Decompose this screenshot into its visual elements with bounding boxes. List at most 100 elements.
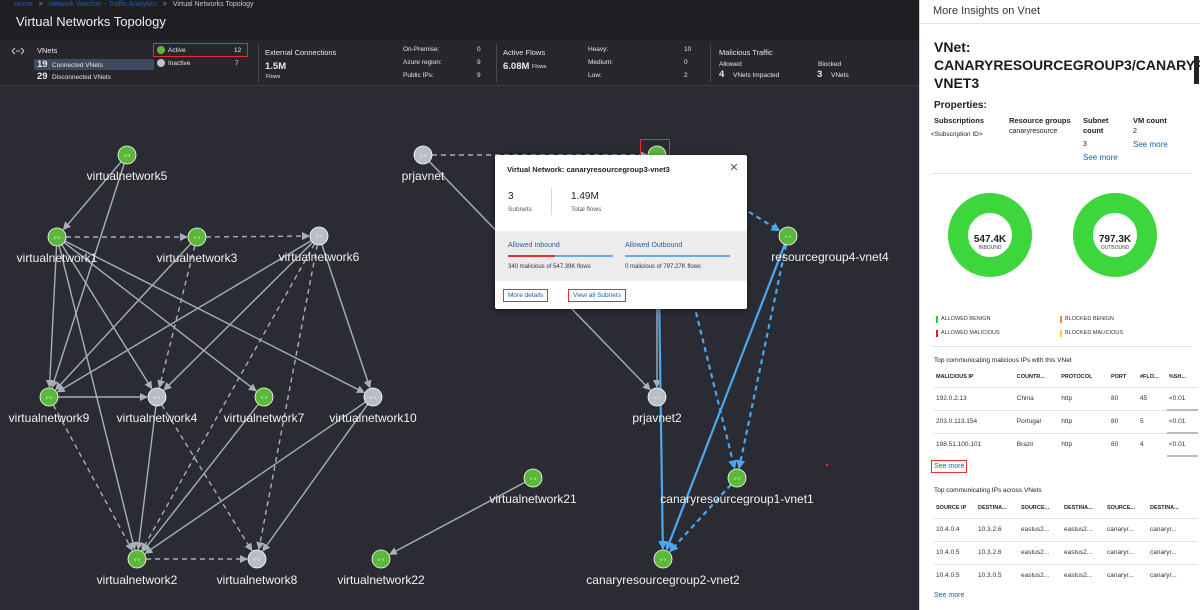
- breadcrumb-traffic-analytics[interactable]: Network Watcher - Traffic Analytics: [49, 1, 157, 8]
- flow-edge[interactable]: [161, 404, 253, 552]
- column-header[interactable]: SOURCE...: [1019, 498, 1062, 518]
- table-row[interactable]: 10.4.0.5 10.3.0.5 eastus2... eastus2... …: [934, 563, 1198, 587]
- breadcrumb-separator: >: [38, 1, 43, 8]
- vnet-node-vn4[interactable]: ‹·›: [147, 387, 167, 407]
- divider: [496, 44, 497, 82]
- vnet-node-icon: ‹·›: [46, 395, 53, 402]
- vnet-node-label: prjavnet2: [632, 411, 682, 425]
- scrollbar[interactable]: [1194, 56, 1199, 84]
- disconnected-vnets-label[interactable]: Disconnected VNets: [52, 74, 111, 81]
- table-cell: 80: [1108, 432, 1138, 456]
- table-cell: <0.01: [1166, 409, 1198, 434]
- vnet-node-crg1[interactable]: ‹·›: [727, 468, 747, 488]
- vnet-node-vn22[interactable]: ‹·›: [371, 549, 391, 569]
- more-details-link[interactable]: More details: [503, 289, 549, 302]
- column-header[interactable]: #FLO...: [1138, 367, 1167, 387]
- table-cell: eastus2...: [1019, 517, 1062, 541]
- vm-see-more-link[interactable]: See more: [1133, 140, 1168, 149]
- table-cell: 80: [1108, 386, 1138, 410]
- flow-edge[interactable]: [262, 403, 369, 552]
- flow-edge[interactable]: [52, 404, 133, 552]
- vnet-node-vn10[interactable]: ‹·›: [363, 387, 383, 407]
- vnet-node-label: resourcegroup4-vnet4: [771, 250, 889, 264]
- vnet-node-vn9[interactable]: ‹·›: [39, 387, 59, 407]
- medium-label: Medium:: [588, 59, 613, 66]
- active-label[interactable]: Active: [168, 47, 186, 54]
- vnet-node-crg4[interactable]: ‹·›: [778, 226, 798, 246]
- table-cell: eastus2...: [1062, 540, 1105, 564]
- column-header[interactable]: MALICIOUS IP: [934, 367, 1015, 387]
- column-header[interactable]: DESTINA...: [1062, 498, 1105, 518]
- topology-pane: Home > Network Watcher - Traffic Analyti…: [0, 0, 919, 610]
- subnet-see-more-link[interactable]: See more: [1083, 153, 1118, 162]
- active-status-icon: [157, 46, 165, 54]
- allowed-count: 4: [719, 69, 725, 80]
- vnet-node-label: virtualnetwork6: [278, 250, 360, 264]
- vnet-node-label: virtualnetwork1: [16, 251, 98, 265]
- table-row[interactable]: 10.4.0.4 10.3.2.6 eastus2... eastus2... …: [934, 517, 1198, 541]
- flow-edge[interactable]: [135, 405, 157, 551]
- inactive-label[interactable]: Inactive: [168, 60, 190, 67]
- breadcrumb-home[interactable]: Home: [14, 1, 33, 8]
- table-cell: China: [1014, 386, 1060, 410]
- inactive-count: 7: [235, 60, 239, 67]
- active-flows-header: Active Flows: [503, 48, 546, 57]
- table-row[interactable]: 192.0.2.13 China http 80 45 <0.01: [934, 386, 1198, 411]
- vnet-node-vn1[interactable]: ‹·›: [47, 227, 67, 247]
- view-all-subnets-link[interactable]: View all Subnets: [568, 289, 626, 302]
- table-cell: 5: [1137, 409, 1167, 433]
- vnet-node-crg2[interactable]: ‹·›: [653, 549, 673, 569]
- flow-edge[interactable]: [198, 232, 311, 241]
- table-row[interactable]: 198.51.100.101 Brazil http 80 4 <0.01: [934, 432, 1198, 457]
- vnet-node-vn3[interactable]: ‹·›: [187, 227, 207, 247]
- close-icon[interactable]: ✕: [727, 161, 741, 175]
- flow-edge[interactable]: [45, 245, 58, 389]
- column-header[interactable]: DESTINA...: [976, 498, 1019, 518]
- column-header[interactable]: PROTOCOL: [1059, 367, 1109, 387]
- table-cell: http: [1059, 386, 1109, 410]
- connected-vnets-count: 19: [37, 59, 48, 70]
- table-cell: canaryr...: [1105, 517, 1148, 541]
- flow-edge[interactable]: [157, 245, 196, 389]
- popup-flows-label: Total flows: [571, 206, 602, 213]
- flow-edge[interactable]: [142, 403, 259, 552]
- column-header[interactable]: COUNTR...: [1015, 367, 1060, 387]
- table-cell: Portugal: [1014, 409, 1060, 433]
- table-cell: eastus2...: [1062, 517, 1105, 541]
- vnet-node-prjavnet2[interactable]: ‹·›: [647, 387, 667, 407]
- column-header[interactable]: PORT: [1109, 367, 1138, 387]
- flow-edge[interactable]: [55, 243, 192, 391]
- column-header[interactable]: %SH...: [1167, 367, 1198, 387]
- table-row[interactable]: 203.0.113.154 Portugal http 80 5 <0.01: [934, 409, 1198, 434]
- column-header[interactable]: DESTINA...: [1148, 498, 1198, 518]
- table-cell: http: [1059, 409, 1109, 433]
- vnet-node-vn21[interactable]: ‹·›: [523, 468, 543, 488]
- table-cell: canaryr...: [1148, 540, 1198, 564]
- malicious-see-more-link[interactable]: See more: [931, 460, 968, 473]
- vnet-node-vn5[interactable]: ‹·›: [117, 145, 137, 165]
- table-cell: 10.3.2.6: [976, 517, 1019, 541]
- vnet-node-vn8[interactable]: ‹·›: [247, 549, 267, 569]
- outbound-label: OUTBOUND: [1100, 245, 1130, 251]
- flow-edge[interactable]: [321, 244, 372, 389]
- table-cell: 10.4.0.5: [934, 540, 976, 564]
- column-header[interactable]: SOURCE IP: [934, 498, 976, 518]
- vnet-node-vn2[interactable]: ‹·›: [127, 549, 147, 569]
- column-header[interactable]: SOURCE...: [1105, 498, 1148, 518]
- blocked-unit[interactable]: VNets: [831, 72, 849, 79]
- allowed-label: Allowed: [719, 61, 742, 68]
- vnet-node-prjavnet[interactable]: ‹·›: [413, 145, 433, 165]
- subscriptions-label: Subscriptions: [934, 116, 985, 125]
- divider: [932, 173, 1192, 174]
- table-cell: 198.51.100.101: [934, 432, 1015, 456]
- allowed-unit[interactable]: VNets Impacted: [733, 72, 779, 79]
- legend-allowed-malicious: ALLOWED MALICIOUS: [936, 330, 1000, 337]
- vnets-see-more-link[interactable]: See more: [934, 592, 964, 599]
- vnet-node-vn7[interactable]: ‹·›: [254, 387, 274, 407]
- vnet-node-label: canaryresourcegroup2-vnet2: [586, 573, 740, 587]
- vnet-node-vn6[interactable]: ‹·›: [309, 226, 329, 246]
- vnet-node-label: virtualnetwork5: [86, 169, 168, 183]
- topology-canvas: ‹·› ‹·› ‹·› ‹·› ‹·› ‹·› ‹·› ‹·› ‹·› ‹·› ‹·› ‹·› ‹·› ‹…: [39, 145, 798, 569]
- table-row[interactable]: 10.4.0.5 10.3.2.6 eastus2... eastus2... …: [934, 540, 1198, 564]
- blocked-label: Blocked: [818, 61, 842, 68]
